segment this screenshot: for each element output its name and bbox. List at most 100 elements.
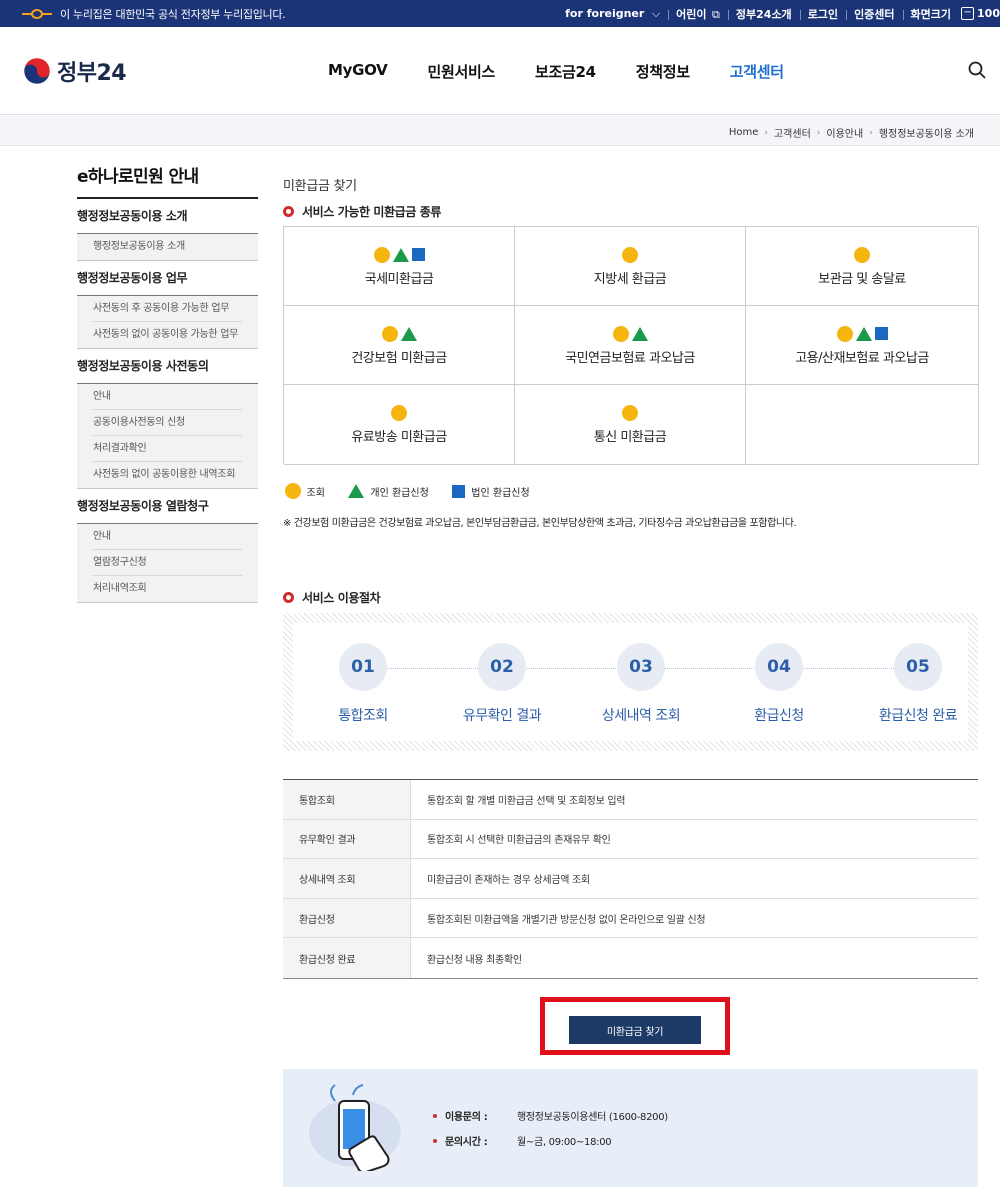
table-cell: 통합조회 할 개별 미환급금 선택 및 조회정보 입력 [410, 780, 978, 819]
legend-item-inquiry: 조회 [283, 483, 325, 499]
chevron-right-icon: › [816, 127, 821, 138]
nav-customer-center[interactable]: 고객센터 [730, 61, 784, 82]
sidebar-item[interactable]: 사전동의 후 공동이용 가능한 업무 [93, 296, 242, 322]
link-for-foreigner[interactable]: for foreigner ⌵ [557, 7, 668, 21]
table-header-cell: 상세내역 조회 [283, 859, 410, 898]
triangle-icon [392, 247, 409, 262]
nav-civil-service[interactable]: 민원서비스 [427, 61, 495, 82]
link-login[interactable]: 로그인 [799, 6, 846, 22]
link-about-gov24[interactable]: 정부24소개 [727, 6, 800, 22]
icon-legend: 조회 개인 환급신청 법인 환급신청 [283, 483, 552, 499]
contact-hours: 문의시간 : 월~금, 09:00~18:00 [433, 1128, 668, 1153]
table-header-cell: 통합조회 [283, 780, 410, 819]
sidebar-item[interactable]: 사전동의 없이 공동이용 가능한 업무 [93, 322, 242, 348]
breadcrumb-home[interactable]: Home [725, 127, 763, 138]
refund-type-icons [380, 325, 418, 343]
table-header-cell: 환급신청 [283, 898, 410, 938]
sidebar-item[interactable]: 처리결과확인 [93, 436, 242, 462]
table-row: 환급신청 통합조회된 미환급액을 개별기관 방문신청 없이 온라인으로 일괄 신… [283, 898, 978, 939]
refund-type-cell: 건강보험 미환급금 [284, 306, 515, 385]
section-title-procedure: 서비스 이용절차 [283, 589, 381, 606]
refund-type-cell: 지방세 환급금 [515, 227, 746, 306]
sidebar-item[interactable]: 행정정보공동이용 소개 [93, 234, 242, 260]
procedure-steps: 01 통합조회 02 유무확인 결과 03 상세내역 조회 04 환급신청 05 [283, 613, 978, 751]
sidebar-item[interactable]: 사전동의 없이 공동이용한 내역조회 [93, 462, 242, 488]
page-title: 미환급금 찾기 [283, 179, 357, 194]
sidebar-group-intro[interactable]: 행정정보공동이용 소개 [77, 199, 258, 234]
step-number: 02 [478, 643, 526, 691]
refund-type-icons [853, 246, 872, 264]
bullet-icon [433, 1138, 437, 1143]
external-link-icon: ⧉ [712, 7, 720, 21]
sidebar-title: e하나로민원 안내 [77, 162, 258, 199]
table-row: 통합조회 통합조회 할 개별 미환급금 선택 및 조회정보 입력 [283, 780, 978, 820]
table-row: 유무확인 결과 통합조회 시 선택한 미환급금의 존재유무 확인 [283, 819, 978, 860]
main-nav: MyGOV 민원서비스 보조금24 정책정보 고객센터 [328, 61, 824, 82]
refund-type-cell: 보관금 및 송달료 [746, 227, 979, 306]
sidebar-item[interactable]: 처리내역조회 [93, 576, 242, 602]
nav-mygov[interactable]: MyGOV [328, 61, 388, 82]
breadcrumb: Home › 고객센터 › 이용안내 › 행정정보공동이용 소개 [0, 116, 1000, 146]
sidebar-item[interactable]: 공동이용사전동의 신청 [93, 410, 242, 436]
utility-links: for foreigner ⌵ 어린이 ⧉ 정부24소개 로그인 인증센터 화면… [557, 0, 1000, 27]
refund-type-label: 통신 미환급금 [593, 430, 667, 445]
step-name: 통합조회 [338, 708, 388, 724]
refund-type-label: 고용/산재보험료 과오납금 [795, 350, 929, 366]
circle-icon [381, 325, 398, 342]
refund-type-icons [621, 246, 640, 264]
square-icon [874, 327, 888, 340]
egov-logo-icon [20, 7, 54, 21]
nav-subsidy24[interactable]: 보조금24 [535, 61, 596, 82]
sidebar-group-tasks[interactable]: 행정정보공동이용 업무 [77, 261, 258, 296]
refund-type-label: 유료방송 미환급금 [351, 430, 447, 445]
breadcrumb-customer-center[interactable]: 고객센터 [770, 125, 815, 140]
circle-icon [391, 405, 407, 421]
legend-item-corporate: 법인 환급신청 [451, 484, 530, 499]
site-header: 정부24 MyGOV 민원서비스 보조금24 정책정보 고객센터 [0, 27, 1000, 115]
sidebar-group-consent[interactable]: 행정정보공동이용 사전동의 [77, 349, 258, 384]
gov-notice-text: 이 누리집은 대한민국 공식 전자정부 누리집입니다. [60, 7, 286, 21]
breadcrumb-usage-guide[interactable]: 이용안내 [822, 125, 867, 140]
find-refund-button[interactable]: 미환급금 찾기 [569, 1016, 701, 1044]
search-icon[interactable] [968, 61, 986, 79]
refund-type-cell: 고용/산재보험료 과오납금 [746, 306, 979, 385]
nav-policy-info[interactable]: 정책정보 [636, 61, 690, 82]
gov-notice-bar: 이 누리집은 대한민국 공식 전자정부 누리집입니다. for foreigne… [0, 0, 1000, 27]
sidebar-item[interactable]: 열람청구신청 [93, 550, 242, 576]
sidebar-submenu: 안내 공동이용사전동의 신청 처리결과확인 사전동의 없이 공동이용한 내역조회 [77, 384, 258, 489]
step-5: 05 환급신청 완료 [848, 643, 988, 725]
sidebar-item[interactable]: 안내 [93, 384, 242, 410]
link-cert-center[interactable]: 인증센터 [846, 6, 902, 22]
logo-text: 정부24 [57, 61, 127, 86]
table-cell: 통합조회된 미환급액을 개별기관 방문신청 없이 온라인으로 일괄 신청 [410, 898, 978, 938]
triangle-icon [400, 326, 417, 341]
step-4: 04 환급신청 [709, 643, 849, 725]
breadcrumb-current: 행정정보공동이용 소개 [878, 129, 974, 140]
link-kids[interactable]: 어린이 ⧉ [668, 6, 728, 22]
step-name: 유무확인 결과 [462, 708, 542, 724]
section-title-text: 서비스 가능한 미환급금 종류 [302, 205, 442, 219]
step-2: 02 유무확인 결과 [432, 643, 572, 725]
zoom-out-button[interactable]: − [961, 7, 975, 21]
highlight-box: 미환급금 찾기 [540, 997, 730, 1055]
refund-type-label: 지방세 환급금 [593, 271, 667, 287]
main-content: 미환급금 찾기 서비스 가능한 미환급금 종류 국세미환급금 지방세 환급금 보관금… [283, 175, 979, 1187]
step-number: 05 [894, 643, 942, 691]
table-cell: 미환급금이 존재하는 경우 상세금액 조회 [410, 859, 978, 898]
circle-icon [836, 325, 853, 342]
chevron-down-icon: ⌵ [651, 6, 661, 20]
sidebar-group-inspection[interactable]: 행정정보공동이용 열람청구 [77, 489, 258, 524]
refund-type-cell: 통신 미환급금 [515, 385, 746, 465]
section-title-refund-types: 서비스 가능한 미환급금 종류 [283, 203, 441, 220]
triangle-icon [348, 484, 365, 498]
sidebar-item[interactable]: 안내 [93, 524, 242, 550]
bullet-ring-icon [283, 206, 294, 217]
table-header-cell: 환급신청 완료 [283, 938, 410, 978]
zoom-control: −100 [959, 7, 1000, 21]
bullet-ring-icon [283, 592, 294, 603]
table-header-cell: 유무확인 결과 [283, 819, 410, 859]
refund-type-icons [611, 325, 649, 343]
contact-inquiry: 이용문의 : 행정정보공동이용센터 (1600-8200) [433, 1103, 668, 1128]
bullet-icon [433, 1113, 437, 1118]
gov24-logo[interactable]: 정부24 [22, 55, 127, 87]
